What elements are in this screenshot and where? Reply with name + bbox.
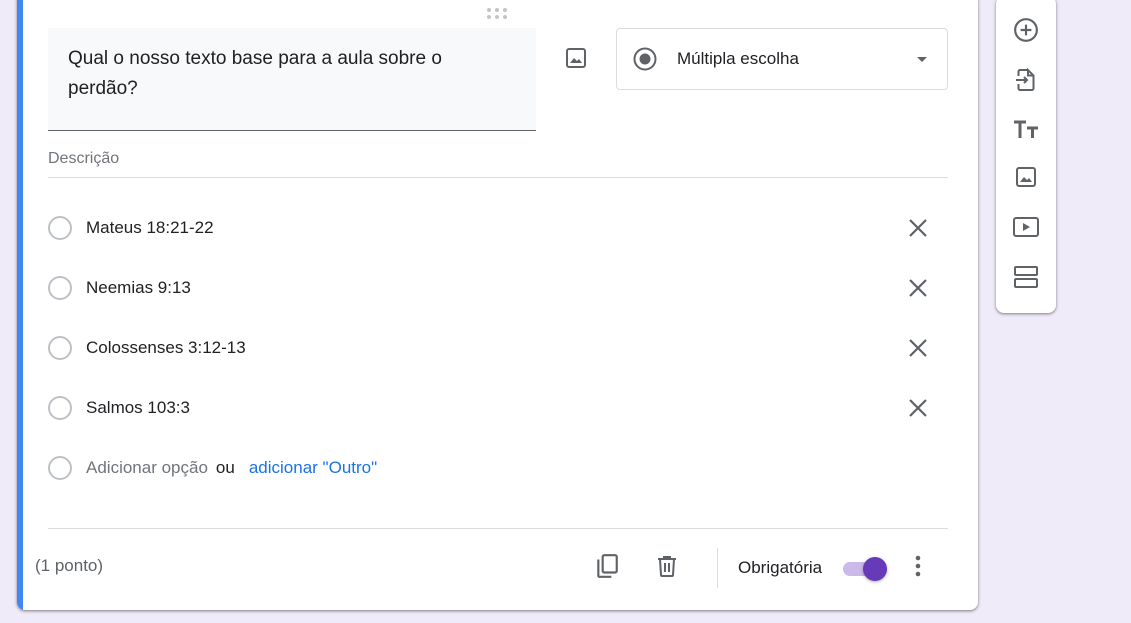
- option-row[interactable]: Mateus 18:21-22: [48, 198, 948, 258]
- close-icon: [909, 399, 927, 417]
- footer-divider: [48, 528, 948, 529]
- copy-icon: [597, 554, 618, 578]
- radio-button-icon: [633, 47, 657, 71]
- radio-circle-icon: [48, 456, 72, 480]
- add-section-button[interactable]: [1011, 262, 1041, 292]
- question-type-select[interactable]: Múltipla escolha: [616, 28, 948, 90]
- add-section-icon: [1014, 266, 1038, 288]
- more-options-button[interactable]: [904, 550, 932, 582]
- points-label[interactable]: (1 ponto): [35, 556, 103, 576]
- image-icon: [566, 48, 586, 68]
- option-row[interactable]: Salmos 103:3: [48, 378, 948, 438]
- options-list: Mateus 18:21-22 Neemias 9:13 Colossenses…: [48, 198, 948, 498]
- radio-circle-icon: [48, 216, 72, 240]
- add-other-link[interactable]: adicionar "Outro": [249, 458, 377, 478]
- import-questions-button[interactable]: [1011, 65, 1041, 95]
- question-title-text: Qual o nosso texto base para a aula sobr…: [68, 48, 442, 99]
- delete-button[interactable]: [651, 550, 683, 582]
- trash-icon: [658, 556, 676, 577]
- remove-option-button[interactable]: [904, 274, 932, 302]
- close-icon: [909, 339, 927, 357]
- radio-circle-icon: [48, 276, 72, 300]
- question-card[interactable]: Qual o nosso texto base para a aula sobr…: [17, 0, 978, 610]
- add-image-button[interactable]: [1011, 162, 1041, 192]
- remove-option-button[interactable]: [904, 394, 932, 422]
- more-vert-icon: [915, 555, 921, 577]
- floating-toolbar: [996, 0, 1056, 313]
- radio-circle-icon: [48, 336, 72, 360]
- option-label[interactable]: Neemias 9:13: [86, 278, 191, 298]
- description-placeholder: Descrição: [48, 150, 120, 167]
- close-icon: [909, 219, 927, 237]
- add-title-button[interactable]: [1011, 115, 1041, 145]
- question-title-input[interactable]: Qual o nosso texto base para a aula sobr…: [48, 28, 536, 131]
- duplicate-button[interactable]: [591, 550, 623, 582]
- add-option-row: Adicionar opção ou adicionar "Outro": [48, 438, 948, 498]
- close-icon: [909, 279, 927, 297]
- or-text: ou: [215, 458, 235, 477]
- drag-handle-icon[interactable]: [487, 8, 509, 20]
- add-title-icon: [1014, 120, 1038, 138]
- add-option-input[interactable]: Adicionar opção: [86, 458, 208, 478]
- option-label[interactable]: Salmos 103:3: [86, 398, 190, 418]
- option-row[interactable]: Colossenses 3:12-13: [48, 318, 948, 378]
- add-image-icon: [1016, 167, 1036, 187]
- import-questions-icon: [1016, 67, 1035, 91]
- active-card-accent: [17, 0, 23, 610]
- option-label[interactable]: Colossenses 3:12-13: [86, 338, 246, 358]
- required-toggle[interactable]: [841, 557, 887, 581]
- description-input[interactable]: Descrição: [48, 150, 948, 178]
- question-type-label: Múltipla escolha: [677, 49, 799, 68]
- radio-circle-icon: [48, 396, 72, 420]
- remove-option-button[interactable]: [904, 214, 932, 242]
- dropdown-arrow-icon: [917, 56, 927, 62]
- footer-vertical-divider: [717, 548, 718, 588]
- add-video-icon: [1013, 217, 1039, 237]
- option-label[interactable]: Mateus 18:21-22: [86, 218, 214, 238]
- toggle-thumb: [863, 557, 887, 581]
- add-question-button[interactable]: [1011, 15, 1041, 45]
- add-image-button[interactable]: [560, 42, 592, 74]
- add-video-button[interactable]: [1011, 212, 1041, 242]
- remove-option-button[interactable]: [904, 334, 932, 362]
- add-question-icon: [1014, 18, 1038, 42]
- option-row[interactable]: Neemias 9:13: [48, 258, 948, 318]
- required-label: Obrigatória: [738, 558, 823, 577]
